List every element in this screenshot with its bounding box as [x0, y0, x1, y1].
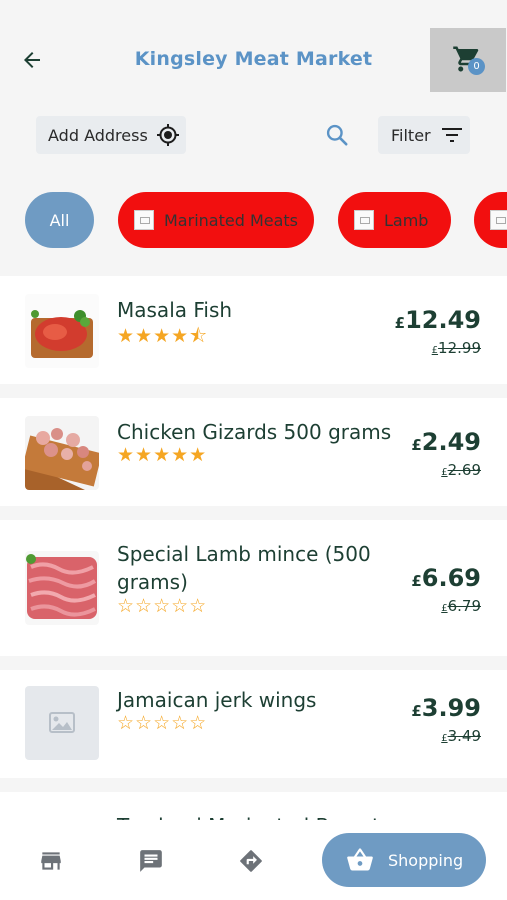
nav-store[interactable]	[38, 848, 64, 874]
directions-icon	[240, 850, 262, 872]
product-price: £2.49	[411, 428, 481, 456]
product-old-price: £3.49	[441, 727, 481, 745]
rating-stars: ★★★★⯪	[117, 325, 209, 347]
product-image	[25, 416, 99, 490]
product-image-placeholder	[25, 686, 99, 760]
cart-count-badge: 0	[468, 58, 485, 75]
product-card[interactable]: Jamaican jerk wings ☆☆☆☆☆ £3.99 £3.49	[0, 670, 507, 778]
rating-stars: ☆☆☆☆☆	[117, 595, 208, 617]
product-card[interactable]: Masala Fish ★★★★⯪ £12.49 £12.99	[0, 276, 507, 384]
product-name: Special Lamb mince (500 grams)	[117, 542, 371, 594]
shopping-label: Shopping	[388, 850, 464, 870]
category-chip-label: All	[49, 210, 70, 230]
toolbar: Add Address Filter	[0, 116, 507, 156]
status-bar	[0, 0, 507, 24]
product-name: Jamaican jerk wings	[117, 688, 317, 712]
product-name: Chicken Gizards 500 grams	[117, 420, 392, 444]
nav-messages[interactable]	[138, 848, 164, 874]
search-icon	[326, 124, 348, 146]
product-price: £3.99	[411, 694, 481, 722]
product-card[interactable]: Chicken Gizards 500 grams ★★★★★ £2.49 £2…	[0, 398, 507, 506]
product-name: Masala Fish	[117, 298, 233, 322]
product-card[interactable]: Special Lamb mince (500 grams) ☆☆☆☆☆ £6.…	[0, 520, 507, 656]
category-chip-partial[interactable]	[474, 192, 507, 248]
product-price: £12.49	[394, 306, 481, 334]
broken-image-icon	[354, 210, 374, 230]
product-old-price: £12.99	[431, 339, 481, 357]
product-image	[25, 551, 99, 625]
product-image	[25, 294, 99, 368]
rating-stars: ★★★★★	[117, 444, 208, 466]
category-chip-all[interactable]: All	[25, 192, 94, 248]
add-address-label: Add Address	[48, 125, 148, 145]
category-chips: All Marinated Meats Lamb	[0, 192, 507, 248]
shopping-basket-icon	[347, 848, 373, 871]
rating-stars: ☆☆☆☆☆	[117, 712, 208, 734]
cart-button[interactable]: 0	[430, 28, 506, 92]
category-chip-marinated-meats[interactable]: Marinated Meats	[118, 192, 314, 248]
add-address-button[interactable]: Add Address	[36, 116, 186, 154]
nav-directions[interactable]	[238, 848, 264, 874]
category-chip-label: Lamb	[384, 210, 429, 230]
location-target-icon	[156, 124, 179, 146]
search-button[interactable]	[324, 122, 354, 150]
category-chip-label: Marinated Meats	[164, 210, 298, 230]
filter-label: Filter	[391, 125, 431, 145]
image-placeholder-icon	[49, 712, 75, 733]
bottom-nav: Shopping	[0, 820, 507, 900]
product-price: £6.69	[411, 564, 481, 592]
category-chip-lamb[interactable]: Lamb	[338, 192, 451, 248]
app-header: Kingsley Meat Market 0	[0, 24, 507, 94]
product-old-price: £2.69	[441, 461, 481, 479]
shopping-button[interactable]: Shopping	[322, 833, 486, 887]
filter-icon	[441, 128, 462, 142]
filter-button[interactable]: Filter	[378, 116, 470, 154]
broken-image-icon	[490, 210, 507, 230]
store-icon	[41, 852, 61, 870]
broken-image-icon	[134, 210, 154, 230]
product-old-price: £6.79	[441, 597, 481, 615]
chat-icon	[140, 850, 162, 872]
